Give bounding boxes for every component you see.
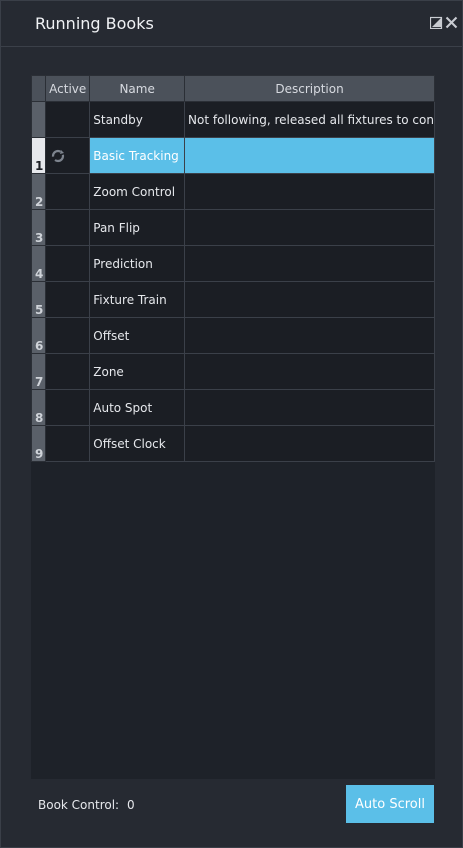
- row-number: 5: [30, 281, 47, 318]
- row-active-cell[interactable]: [45, 101, 91, 138]
- row-number: 7: [30, 353, 47, 390]
- row-description: [184, 425, 435, 462]
- row-active-cell[interactable]: [45, 137, 91, 174]
- table-row[interactable]: 8 Auto Spot: [30, 389, 435, 426]
- row-number: 8: [30, 389, 47, 426]
- row-description: [184, 245, 435, 282]
- row-description: [184, 317, 435, 354]
- books-table: Active Name Description Standby Not foll…: [30, 75, 435, 462]
- column-header-name[interactable]: Name: [89, 75, 186, 102]
- book-control-value: 0: [127, 798, 135, 812]
- row-name: Offset: [89, 317, 186, 354]
- table-row[interactable]: 9 Offset Clock: [30, 425, 435, 462]
- row-active-cell[interactable]: [45, 425, 91, 462]
- row-description: [184, 389, 435, 426]
- row-active-cell[interactable]: [45, 281, 91, 318]
- row-active-cell[interactable]: [45, 245, 91, 282]
- row-active-cell[interactable]: [45, 389, 91, 426]
- column-header-active[interactable]: Active: [45, 75, 91, 102]
- table-row[interactable]: 2 Zoom Control: [30, 173, 435, 210]
- row-number: 3: [30, 209, 47, 246]
- table-header-row: Active Name Description: [30, 75, 435, 102]
- table-row[interactable]: 4 Prediction: [30, 245, 435, 282]
- row-number: [30, 101, 47, 138]
- row-description: [184, 281, 435, 318]
- row-name: Zone: [89, 353, 186, 390]
- table-row[interactable]: 6 Offset: [30, 317, 435, 354]
- books-panel: Active Name Description Standby Not foll…: [30, 75, 435, 779]
- row-active-cell[interactable]: [45, 317, 91, 354]
- row-number: 1: [30, 137, 47, 174]
- row-number: 6: [30, 317, 47, 354]
- auto-scroll-button[interactable]: Auto Scroll: [346, 785, 434, 823]
- row-name: Prediction: [89, 245, 186, 282]
- row-name: Offset Clock: [89, 425, 186, 462]
- close-icon[interactable]: [445, 16, 458, 29]
- row-number: 2: [30, 173, 47, 210]
- table-row[interactable]: 1 Basic Tracking: [30, 137, 435, 174]
- column-header-index[interactable]: [30, 75, 47, 102]
- row-name: Auto Spot: [89, 389, 186, 426]
- column-header-description[interactable]: Description: [184, 75, 435, 102]
- row-name: Standby: [89, 101, 186, 138]
- table-row[interactable]: 7 Zone: [30, 353, 435, 390]
- window-controls: [430, 16, 458, 29]
- sync-icon: [52, 149, 65, 162]
- row-number: 4: [30, 245, 47, 282]
- row-description: [184, 209, 435, 246]
- row-description: [184, 173, 435, 210]
- row-active-cell[interactable]: [45, 173, 91, 210]
- row-description: [184, 353, 435, 390]
- table-row[interactable]: 3 Pan Flip: [30, 209, 435, 246]
- maximize-icon[interactable]: [430, 16, 443, 29]
- row-number: 9: [30, 425, 47, 462]
- row-name: Fixture Train: [89, 281, 186, 318]
- row-name: Basic Tracking: [89, 137, 186, 174]
- row-active-cell[interactable]: [45, 353, 91, 390]
- row-name: Pan Flip: [89, 209, 186, 246]
- row-name: Zoom Control: [89, 173, 186, 210]
- table-row[interactable]: 5 Fixture Train: [30, 281, 435, 318]
- window-title: Running Books: [35, 14, 154, 33]
- running-books-window: Running Books Active Name Description St…: [0, 0, 463, 848]
- row-description: Not following, released all fixtures to …: [184, 101, 435, 138]
- table-row[interactable]: Standby Not following, released all fixt…: [30, 101, 435, 138]
- title-bar: Running Books: [1, 1, 462, 47]
- book-control-label: Book Control:: [38, 798, 120, 812]
- row-description: [184, 137, 435, 174]
- row-active-cell[interactable]: [45, 209, 91, 246]
